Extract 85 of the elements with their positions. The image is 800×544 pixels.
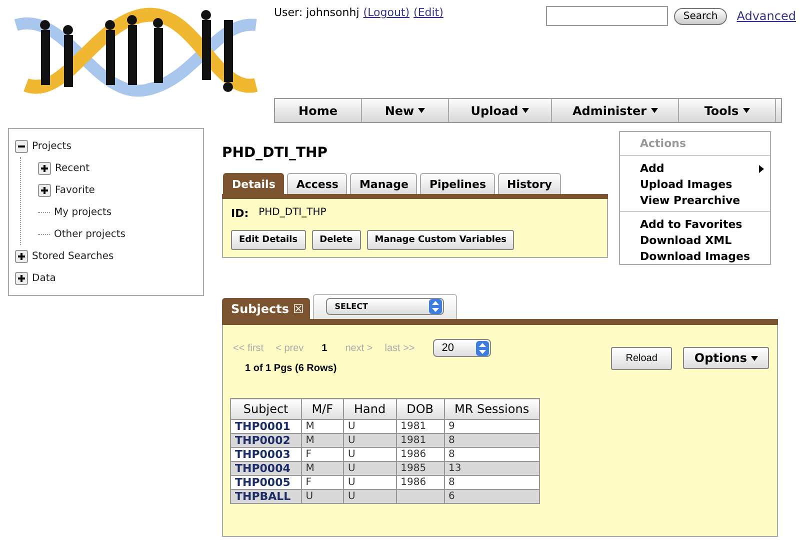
tab[interactable]: History [498,173,561,194]
reload-button[interactable]: Reload [610,347,672,370]
table-cell: U [348,449,356,460]
tree-item[interactable]: Stored Searches [32,250,114,262]
table-cell: 13 [448,463,462,474]
table-cell: U [348,435,356,446]
caret-icon [522,108,530,113]
table-cell: 8 [448,449,455,460]
table-cell: 1986 [400,477,426,488]
id-value: PHD_DTI_THP [258,207,326,220]
tab[interactable]: Pipelines [420,173,495,194]
menu-item[interactable]: Add [640,161,770,177]
menu-item[interactable]: Add to Favorites [640,217,770,233]
table-cell: U [348,491,356,502]
search-button[interactable]: Search [674,8,727,24]
table-cell: F [306,477,312,488]
action-button[interactable]: Delete [312,230,361,250]
table-cell: 8 [448,435,455,446]
user-label: User: johnsonhj [274,6,360,19]
table-cell: F [306,449,312,460]
pager-link[interactable]: 1 [322,342,328,354]
nav-menu[interactable]: Tools [679,99,776,122]
tree-item[interactable]: Favorite [55,184,95,196]
column-header[interactable]: M/F [301,398,344,420]
spinner-icon [476,340,489,356]
table-cell: M [306,463,314,474]
page-size-dropdown[interactable]: 20 [432,339,491,357]
table-cell: M [306,435,314,446]
table-cell: U [348,421,356,432]
column-header[interactable]: MR Sessions [444,398,540,420]
collapse-icon[interactable] [15,140,28,152]
options-button[interactable]: Options [683,347,769,369]
caret-icon [418,108,426,113]
tree-item[interactable]: My projects [54,206,112,218]
table-cell: 8 [448,477,455,488]
expand-icon[interactable] [38,184,51,196]
menu-item[interactable]: Download XML [640,233,770,249]
expand-icon[interactable] [15,250,28,262]
table-cell: 1981 [400,421,426,432]
table-cell: U [348,463,356,474]
tree-item[interactable]: Projects [32,140,72,152]
subjects-tab[interactable]: Subjects ☒ [222,298,310,319]
menu-item[interactable]: Download Images [640,249,770,265]
table-cell: 1986 [400,449,426,460]
table-cell: 1981 [400,435,426,446]
tree-item[interactable]: Recent [55,162,90,174]
caret-icon [751,356,758,360]
table-cell: U [348,477,356,488]
tree-item[interactable]: Other projects [54,228,126,240]
user-link[interactable]: (Logout) [363,6,410,19]
advanced-link[interactable]: Advanced [736,9,796,23]
expand-icon[interactable] [38,162,51,174]
menu-title: Actions [620,132,770,156]
caret-icon [742,108,750,113]
nav-menu[interactable]: Upload [449,99,552,122]
column-header[interactable]: DOB [396,398,444,420]
table-cell: 6 [448,491,455,502]
table-cell: M [306,421,314,432]
table-cell: 9 [448,421,455,432]
column-header[interactable]: Hand [344,398,396,420]
tab[interactable]: Manage [350,173,418,194]
user-link[interactable]: (Edit) [414,6,444,19]
nav-menu[interactable]: Home [275,99,362,122]
caret-icon [650,108,658,113]
column-header[interactable]: Subject [230,398,302,420]
spinner-icon [428,299,442,314]
tab[interactable]: Details [223,173,284,194]
action-button[interactable]: Edit Details [231,230,306,250]
tab[interactable]: Access [287,173,348,194]
id-label: ID: [231,207,249,220]
project-title: PHD_DTI_THP [222,145,329,161]
table-cell: U [306,491,314,502]
tree-item[interactable]: Data [32,272,56,284]
select-dropdown[interactable]: SELECT [326,298,444,315]
nav-menu[interactable]: Administer [552,99,679,122]
expand-icon[interactable] [15,272,28,284]
page-summary: 1 of 1 Pgs (6 Rows) [245,363,338,374]
menu-item[interactable]: View Prearchive [640,193,770,209]
submenu-arrow-icon [759,165,764,173]
close-icon[interactable]: ☒ [293,302,304,316]
table-cell: 1985 [400,463,426,474]
nav-menu[interactable]: New [362,99,449,122]
action-button[interactable]: Manage Custom Variables [366,230,514,250]
menu-item[interactable]: Upload Images [640,177,770,193]
search-field[interactable] [546,6,668,26]
